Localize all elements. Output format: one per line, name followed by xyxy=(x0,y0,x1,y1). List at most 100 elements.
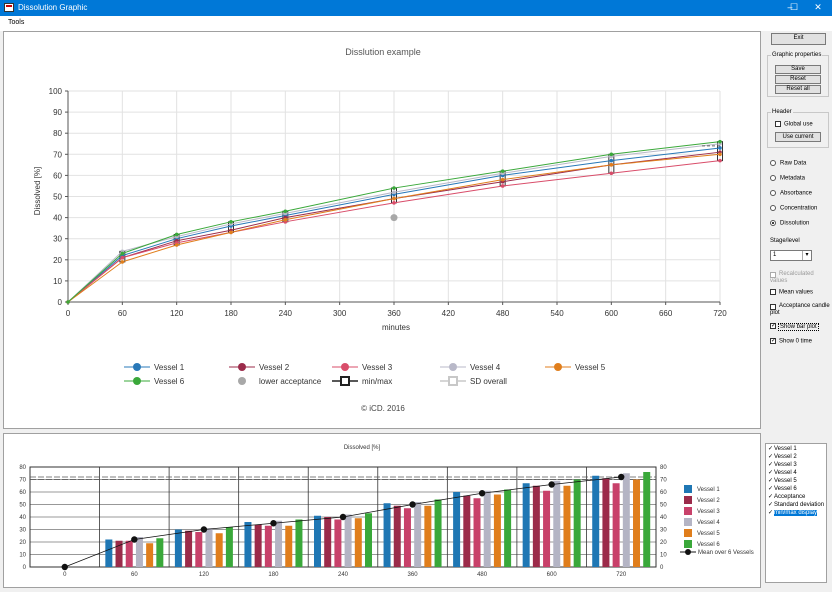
radio-indicator[interactable] xyxy=(770,205,776,211)
data-point xyxy=(500,169,505,173)
x-tick-label: 240 xyxy=(338,572,349,578)
exit-button[interactable]: Exit xyxy=(771,33,826,45)
radio-indicator[interactable] xyxy=(770,160,776,166)
radio-label: Absorbance xyxy=(780,190,813,197)
show-0-time-checkbox[interactable]: ✓ Show 0 time xyxy=(770,338,812,345)
legend-label: Vessel 1 xyxy=(697,487,720,493)
radio-absorbance[interactable]: Absorbance xyxy=(770,190,812,197)
series-list-item[interactable]: ✓Vessel 2 xyxy=(768,454,797,462)
bar xyxy=(504,489,512,567)
legend-marker xyxy=(340,376,350,386)
bar xyxy=(522,483,530,567)
data-point xyxy=(392,186,396,190)
legend-label: Vessel 6 xyxy=(154,377,185,386)
stage-level-label: Stage/level xyxy=(770,238,800,244)
bar xyxy=(275,520,283,567)
dissolution-bar-chart: Dissolved [%] 0 0 10 10 20 20 30 30 40 40 50 50 60 60… xyxy=(19,445,754,578)
data-point xyxy=(500,177,505,182)
check-icon[interactable]: ✓ xyxy=(768,462,773,469)
check-icon[interactable]: ✓ xyxy=(768,486,773,493)
use-current-button[interactable]: Use current xyxy=(775,132,821,142)
bar xyxy=(105,539,113,567)
check-icon[interactable]: ✓ xyxy=(768,446,773,453)
bar xyxy=(473,498,481,567)
series-list-label: Vessel 5 xyxy=(774,478,797,484)
radio-concentration[interactable]: Concentration xyxy=(770,205,817,212)
mean-values-checkbox[interactable]: Mean values xyxy=(770,289,813,296)
bar xyxy=(573,479,581,567)
bar xyxy=(195,532,203,567)
series-list-label: Vessel 1 xyxy=(774,446,797,452)
reset-all-button[interactable]: Reset all xyxy=(775,85,821,94)
data-point xyxy=(283,217,288,222)
radio-indicator[interactable] xyxy=(770,175,776,181)
y-tick-label: 40 xyxy=(53,214,62,223)
y2-tick-label: 20 xyxy=(660,540,667,546)
series-list-item[interactable]: ✓Acceptance xyxy=(768,494,805,502)
y-tick-label: 90 xyxy=(53,108,62,117)
series-list-item[interactable]: ✓Vessel 6 xyxy=(768,486,797,494)
x-tick-label: 0 xyxy=(63,572,67,578)
bar xyxy=(156,538,164,567)
series-list-item[interactable]: ✓Vessel 3 xyxy=(768,462,797,470)
legend-label: Vessel 2 xyxy=(259,363,290,372)
legend-swatch xyxy=(684,529,692,537)
check-icon[interactable]: ✓ xyxy=(768,502,773,509)
series-list-item[interactable]: ✓Vessel 5 xyxy=(768,478,797,486)
legend-marker xyxy=(238,363,246,371)
reset-button[interactable]: Reset xyxy=(775,75,821,84)
check-icon[interactable]: ✓ xyxy=(768,454,773,461)
legend-label: lower acceptance xyxy=(259,377,322,386)
data-point xyxy=(120,255,125,260)
dissolution-line-chart: Disslution example 0 10 20 30 40 50 60 70 80 90 10… xyxy=(33,47,727,413)
data-point xyxy=(392,196,396,201)
radio-indicator[interactable] xyxy=(770,220,776,226)
legend-item: Vessel 2 xyxy=(229,363,290,372)
global-use-checkbox[interactable]: Global use xyxy=(775,121,813,128)
radio-metadata[interactable]: Metadata xyxy=(770,175,805,182)
data-point xyxy=(718,152,722,157)
bar xyxy=(414,502,422,567)
x-tick-label: 360 xyxy=(387,309,401,318)
check-icon[interactable]: ✓ xyxy=(768,470,773,477)
stage-level-select[interactable]: 1 ▾ xyxy=(770,250,812,261)
bar xyxy=(354,518,362,567)
series-list-item[interactable]: ✓Vessel 4 xyxy=(768,470,797,478)
legend-swatch xyxy=(684,540,692,548)
data-point xyxy=(609,163,614,167)
legend-swatch xyxy=(684,485,692,493)
y-tick-label: 60 xyxy=(19,490,26,496)
x-tick-label: 300 xyxy=(333,309,347,318)
check-icon[interactable]: ✓ xyxy=(768,510,773,517)
save-button[interactable]: Save xyxy=(775,65,821,74)
bar xyxy=(592,475,600,567)
legend-label: Vessel 6 xyxy=(697,542,720,548)
y-tick-label: 30 xyxy=(53,235,62,244)
bar xyxy=(264,525,272,567)
close-icon[interactable]: ✕ xyxy=(804,0,832,16)
series-list-item[interactable]: ✓Vessel 1 xyxy=(768,446,797,454)
x-tick-label: 480 xyxy=(477,572,488,578)
x-tick-label: 600 xyxy=(547,572,558,578)
check-icon[interactable]: ✓ xyxy=(768,494,773,501)
check-icon[interactable]: ✓ xyxy=(768,478,773,485)
series-list-item[interactable]: ✓min/max display xyxy=(768,510,818,518)
legend-label: Vessel 4 xyxy=(470,363,501,372)
bar xyxy=(633,479,641,567)
radio-raw-data[interactable]: Raw Data xyxy=(770,160,806,167)
series-list-item[interactable]: ✓Standard deviation xyxy=(768,502,824,510)
radio-dissolution[interactable]: Dissolution xyxy=(770,220,809,227)
y-tick-label: 40 xyxy=(19,515,26,521)
mean-point xyxy=(478,490,486,497)
bar xyxy=(314,515,321,567)
legend-mean-label: Mean over 6 Vessels xyxy=(698,550,754,556)
radio-indicator[interactable] xyxy=(770,190,776,196)
legend-marker xyxy=(448,376,458,386)
bar xyxy=(532,485,540,567)
bar xyxy=(215,533,223,567)
data-point xyxy=(120,251,125,256)
recalculated-values-checkbox[interactable]: Recalculated values xyxy=(770,271,830,285)
menu-tools[interactable]: Tools xyxy=(8,19,24,26)
show-bar-plot-checkbox[interactable]: ✓ Show bar plot xyxy=(770,322,819,331)
acceptance-candle-plot-checkbox[interactable]: Acceptance candle plot xyxy=(770,303,830,317)
